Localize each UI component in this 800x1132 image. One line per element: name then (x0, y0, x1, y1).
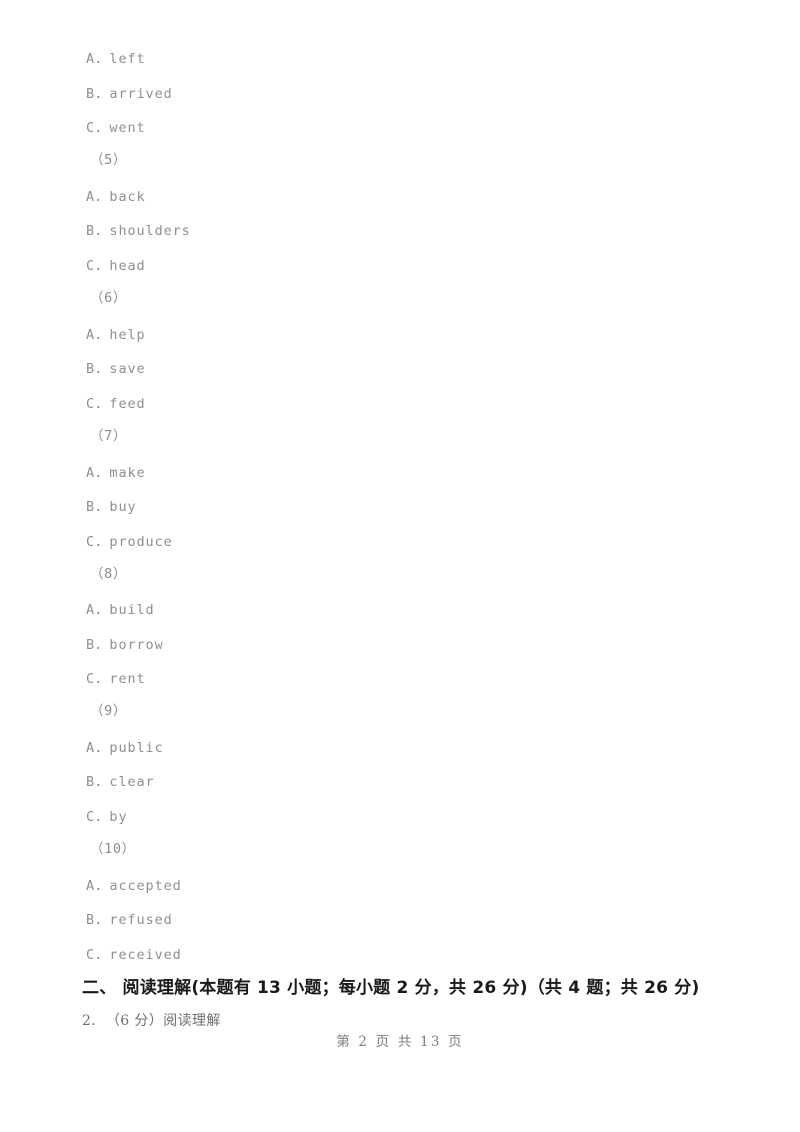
answer-option: C．feed (86, 396, 146, 412)
answer-option: B．borrow (86, 637, 164, 653)
question-number-label: （6） (90, 290, 127, 306)
answer-option: B．refused (86, 912, 173, 928)
question-number-label: （10） (90, 841, 136, 857)
answer-option: C．went (86, 120, 146, 136)
question-number-label: （8） (90, 566, 127, 582)
answer-option: C．by (86, 809, 128, 825)
page-footer-label: 第 2 页 共 13 页 (336, 1034, 464, 1050)
question-number-label: （5） (90, 152, 127, 168)
question-number-label: （7） (90, 428, 127, 444)
answer-option: C．rent (86, 671, 146, 687)
answer-option: C．produce (86, 534, 173, 550)
answer-option: B．buy (86, 499, 137, 515)
question-number-label: （9） (90, 703, 127, 719)
question-2-reading-comprehension: 2. （6 分）阅读理解 (82, 1013, 221, 1029)
answer-option: B．shoulders (86, 223, 191, 239)
answer-option: C．head (86, 258, 146, 274)
answer-option: B．save (86, 361, 146, 377)
answer-option: B．arrived (86, 86, 173, 102)
answer-option: A．make (86, 465, 146, 481)
document-page: A．left B．arrived C．went （5） A．back B．shoulder… (0, 0, 800, 1132)
answer-option: B．clear (86, 774, 155, 790)
answer-option: A．back (86, 189, 146, 205)
answer-option: A．accepted (86, 878, 182, 894)
answer-option: A．build (86, 602, 155, 618)
section-heading-reading-comprehension: 二、 阅读理解(本题有 13 小题；每小题 2 分，共 26 分)（共 4 题；… (82, 978, 700, 998)
answer-option: C．received (86, 947, 182, 963)
answer-option: A．public (86, 740, 164, 756)
answer-option: A．help (86, 327, 146, 343)
answer-option: A．left (86, 51, 146, 67)
